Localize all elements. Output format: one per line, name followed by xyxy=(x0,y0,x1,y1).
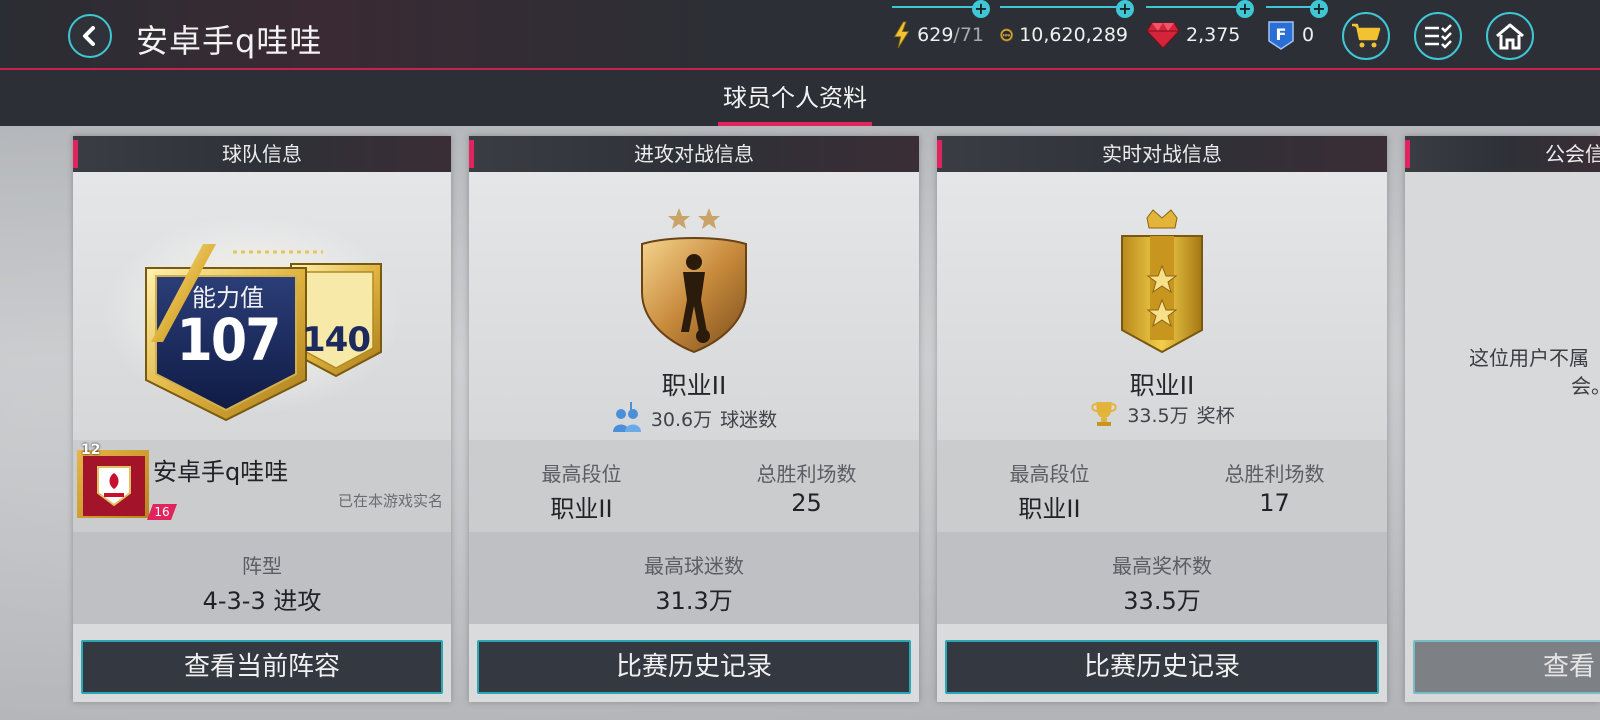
coins-value: 10,620,289 xyxy=(1019,24,1128,46)
active-tab-indicator xyxy=(718,122,872,126)
view-lineup-button[interactable]: 查看当前阵容 xyxy=(81,640,443,694)
max-fans-value: 31.3万 xyxy=(655,587,733,615)
attack-battle-card: 进攻对战信息 职业II 30.6万 球迷数 最高段位 职业II 总胜利场数 25… xyxy=(469,136,919,702)
team-rating-hero: 能力值 107 140 xyxy=(73,172,451,440)
total-wins-label: 总胜利场数 xyxy=(756,462,857,486)
total-wins-block: 总胜利场数 25 xyxy=(694,458,919,517)
max-trophies-label: 最高奖杯数 xyxy=(1112,554,1212,578)
card-header: 实时对战信息 xyxy=(937,136,1387,172)
gems-value: 2,375 xyxy=(1186,24,1241,46)
fifa-points-icon: F xyxy=(1268,21,1294,50)
club-row: 12 16 安卓手q哇哇 已在本游戏实名 xyxy=(73,440,451,532)
formation-row: 阵型 4-3-3 进攻 xyxy=(73,532,451,624)
svg-text:F: F xyxy=(1276,25,1287,44)
verified-label: 已在本游戏实名 xyxy=(337,492,443,510)
formation-label: 阵型 xyxy=(242,554,282,578)
cart-icon xyxy=(1352,23,1381,48)
total-wins-value: 25 xyxy=(791,489,822,517)
attack-rank-hero: 职业II 30.6万 球迷数 xyxy=(469,172,919,440)
formation-value: 4-3-3 进攻 xyxy=(202,587,322,615)
gems-display[interactable]: 2,375 + xyxy=(1146,0,1254,58)
trophy-value: 33.5万 xyxy=(1127,404,1189,427)
fifa-points-display[interactable]: F 0 + xyxy=(1266,0,1328,58)
card-header: 公会信 xyxy=(1405,136,1600,172)
tab-label: 球员个人资料 xyxy=(723,84,867,112)
max-fans-block: 最高球迷数 31.3万 xyxy=(582,550,807,616)
add-gems-button[interactable]: + xyxy=(1236,0,1254,18)
no-league-message-line1: 这位用户不属 xyxy=(1469,346,1589,370)
energy-current: 629 xyxy=(917,24,954,46)
best-rank-label: 最高段位 xyxy=(541,462,622,486)
back-button[interactable] xyxy=(68,14,112,58)
total-wins-label: 总胜利场数 xyxy=(1224,462,1325,486)
add-energy-button[interactable]: + xyxy=(972,0,990,18)
attack-rank-name: 职业II xyxy=(661,371,727,400)
view-league-button[interactable]: 查看 xyxy=(1413,640,1600,694)
fans-label: 球迷数 xyxy=(720,408,778,431)
card-header: 进攻对战信息 xyxy=(469,136,919,172)
trophy-icon xyxy=(1091,402,1117,426)
store-button[interactable] xyxy=(1342,12,1390,60)
chevron-left-icon xyxy=(83,26,95,46)
fans-info: 30.6万 球迷数 xyxy=(469,400,919,436)
team-info-card: 球队信息 能力值 107 140 12 16 安卓手q哇哇 已在本游戏实名 阵型… xyxy=(73,136,451,702)
page-title: 安卓手q哇哇 xyxy=(136,22,323,60)
pro-rank-banner-icon xyxy=(1121,209,1203,354)
card-header: 球队信息 xyxy=(73,136,451,172)
total-wins-value: 17 xyxy=(1259,489,1290,517)
attack-stats-row: 最高段位 职业II 总胜利场数 25 xyxy=(469,440,919,532)
live-battle-card: 实时对战信息 职业II 33.5万 奖杯 最高段位 职业II 总胜利场数 17 … xyxy=(937,136,1387,702)
fans-icon xyxy=(612,402,641,432)
lightning-icon xyxy=(893,21,910,49)
gem-icon xyxy=(1146,22,1180,49)
svg-text:FIFA: FIFA xyxy=(1003,33,1011,37)
objectives-button[interactable] xyxy=(1414,12,1462,60)
energy-max: /71 xyxy=(953,24,984,46)
max-fans-label: 最高球迷数 xyxy=(644,554,744,578)
max-trophies-block: 最高奖杯数 33.5万 xyxy=(1050,550,1275,616)
best-rank-block: 最高段位 职业II xyxy=(937,458,1162,524)
secondary-rating-value: 140 xyxy=(302,320,371,360)
club-level: 12 xyxy=(81,442,101,458)
trophy-info: 33.5万 奖杯 xyxy=(937,400,1387,428)
tab-player-profile[interactable]: 球员个人资料 xyxy=(700,70,890,126)
fifa-points-value: 0 xyxy=(1302,24,1315,46)
home-icon xyxy=(1496,23,1524,50)
checklist-icon xyxy=(1425,24,1452,49)
attack-match-history-button[interactable]: 比赛历史记录 xyxy=(477,640,911,694)
max-trophies-value: 33.5万 xyxy=(1123,587,1201,615)
home-button[interactable] xyxy=(1486,12,1534,60)
add-coins-button[interactable]: + xyxy=(1116,0,1134,18)
best-rank-label: 最高段位 xyxy=(1009,462,1090,486)
club-name: 安卓手q哇哇 xyxy=(153,458,289,486)
top-bar: 安卓手q哇哇 629/71 + FIFA 10,620,289 + 2,375 … xyxy=(0,0,1600,70)
ovr-value: 107 xyxy=(176,306,282,374)
live-rank-hero: 职业II 33.5万 奖杯 xyxy=(937,172,1387,440)
live-stats-row: 最高段位 职业II 总胜利场数 17 xyxy=(937,440,1387,532)
liverpool-crest-icon xyxy=(83,456,145,516)
energy-display[interactable]: 629/71 + xyxy=(892,0,990,58)
max-trophies-row: 最高奖杯数 33.5万 xyxy=(937,532,1387,624)
total-wins-block: 总胜利场数 17 xyxy=(1162,458,1387,517)
coins-display[interactable]: FIFA 10,620,289 + xyxy=(1000,0,1134,58)
live-match-history-button[interactable]: 比赛历史记录 xyxy=(945,640,1379,694)
best-rank-value: 职业II xyxy=(1018,495,1081,523)
formation-block: 阵型 4-3-3 进攻 xyxy=(168,550,357,616)
club-badge-level: 16 xyxy=(147,504,177,520)
live-rank-name: 职业II xyxy=(1129,371,1195,400)
fans-value: 30.6万 xyxy=(650,408,713,431)
no-league-message-line2: 会。 xyxy=(1571,374,1600,398)
best-rank-block: 最高段位 职业II xyxy=(469,458,694,524)
add-fifa-points-button[interactable]: + xyxy=(1310,0,1328,18)
max-fans-row: 最高球迷数 31.3万 xyxy=(469,532,919,624)
pro-rank-shield-icon xyxy=(641,208,747,354)
trophy-label: 奖杯 xyxy=(1196,404,1235,427)
tab-bar: 球员个人资料 xyxy=(0,70,1600,126)
best-rank-value: 职业II xyxy=(550,495,613,523)
league-info-card: 公会信 这位用户不属 会。 查看 xyxy=(1405,136,1600,702)
fifa-coin-icon: FIFA xyxy=(1000,28,1014,42)
